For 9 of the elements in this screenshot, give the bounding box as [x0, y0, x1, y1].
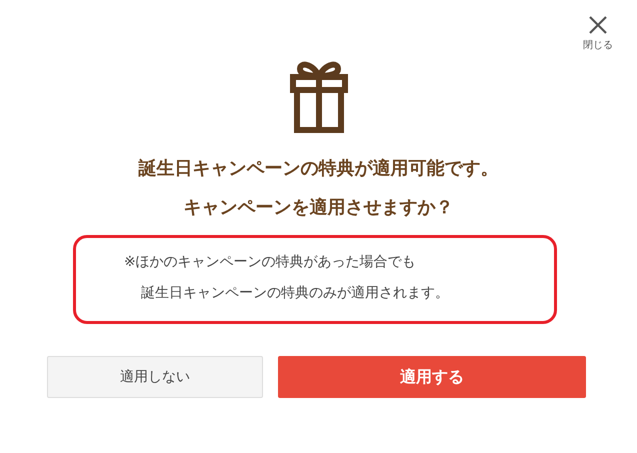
notice-text: 誕生日キャンペーンの特典のみが適用されます。: [141, 284, 449, 303]
gift-icon: [290, 60, 348, 133]
dialog-heading: キャンペーンを適用させますか？: [184, 196, 454, 220]
apply-button[interactable]: 適用する: [278, 356, 586, 398]
close-button[interactable]: 閉じる: [583, 16, 613, 52]
decline-button[interactable]: 適用しない: [47, 356, 263, 398]
close-icon: [589, 16, 607, 34]
notice-text: ※ほかのキャンペーンの特典があった場合でも: [124, 253, 416, 272]
dialog-heading: 誕生日キャンペーンの特典が適用可能です。: [138, 157, 498, 181]
